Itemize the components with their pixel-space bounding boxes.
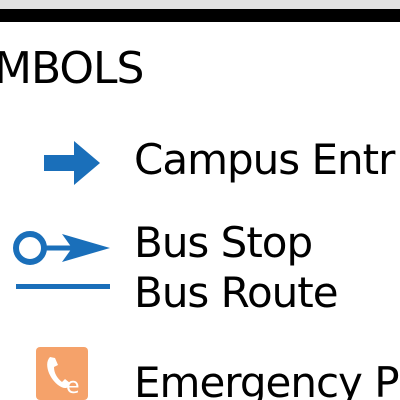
bus-route-line-icon	[16, 284, 110, 289]
arrow-right-icon	[44, 141, 100, 185]
legend-item-campus-entrance: Campus Entr	[134, 135, 395, 184]
legend-item-bus-stop: Bus Stop	[134, 218, 313, 267]
legend-item-emergency-phone: Emergency P	[134, 358, 400, 400]
map-header-bar	[0, 9, 400, 22]
emergency-phone-icon: e	[36, 347, 88, 400]
emergency-badge-letter: e	[66, 374, 80, 399]
map-header-band	[0, 0, 400, 9]
legend-heading: MBOLS	[0, 43, 144, 94]
legend-item-bus-route: Bus Route	[134, 268, 339, 317]
bus-stop-icon	[13, 231, 110, 265]
